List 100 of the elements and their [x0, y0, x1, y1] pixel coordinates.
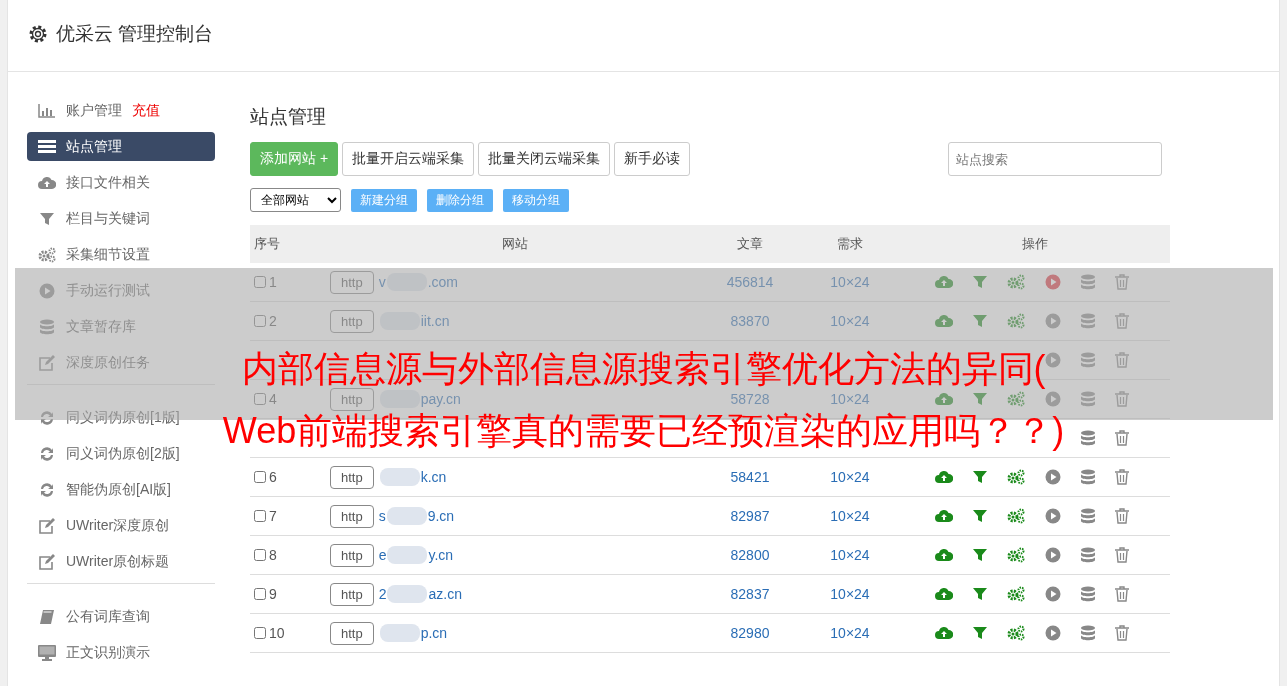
delete-icon[interactable]	[1115, 508, 1129, 524]
article-count: 83870	[729, 313, 771, 329]
site-url-end[interactable]: k.cn	[420, 469, 447, 485]
filter-icon[interactable]	[973, 470, 987, 484]
sidebar-item[interactable]: 账户管理 充值	[27, 96, 215, 125]
filter-icon[interactable]	[973, 314, 987, 328]
sidebar-item[interactable]: 正文识别演示	[27, 638, 215, 667]
filter-icon[interactable]	[973, 626, 987, 640]
item-label: 接口文件相关	[66, 173, 150, 192]
row-checkbox[interactable]	[254, 510, 266, 522]
gears-icon[interactable]	[1007, 391, 1025, 407]
sidebar-item[interactable]: 智能伪原创[AI版]	[27, 475, 215, 504]
cloud-upload-icon[interactable]	[935, 392, 953, 406]
site-url-end[interactable]: p.cn	[420, 625, 448, 641]
play-icon[interactable]	[1045, 586, 1061, 602]
sidebar-item[interactable]: 栏目与关键词	[27, 204, 215, 233]
row-checkbox[interactable]	[254, 315, 266, 327]
row-checkbox[interactable]	[254, 549, 266, 561]
database-icon[interactable]	[1081, 469, 1095, 485]
cloud-upload-icon[interactable]	[935, 470, 953, 484]
row-checkbox[interactable]	[254, 276, 266, 288]
item-label: UWriter深度原创	[66, 516, 170, 535]
toolbar-button[interactable]: 批量开启云端采集	[342, 142, 475, 176]
row-checkbox[interactable]	[254, 471, 266, 483]
sidebar-item[interactable]: UWriter原创标题	[27, 547, 215, 576]
protocol-tag: http	[330, 465, 374, 489]
play-icon[interactable]	[1045, 508, 1061, 524]
delete-icon[interactable]	[1115, 469, 1129, 485]
sidebar-item[interactable]: 采集细节设置	[27, 240, 215, 269]
play-icon[interactable]	[1045, 274, 1061, 290]
gears-icon[interactable]	[1007, 469, 1025, 485]
gears-icon[interactable]	[1007, 508, 1025, 524]
article-count: 82837	[729, 586, 771, 602]
site-url-end[interactable]: az.cn	[428, 586, 462, 602]
redaction-blur	[387, 546, 428, 564]
site-url-end[interactable]: 9.cn	[427, 508, 455, 524]
protocol-tag: http	[330, 504, 374, 528]
item-label: 栏目与关键词	[66, 209, 150, 228]
row-checkbox[interactable]	[254, 588, 266, 600]
cloud-upload-icon[interactable]	[935, 587, 953, 601]
book-icon	[38, 608, 56, 625]
filter-icon[interactable]	[973, 275, 987, 289]
site-url-start[interactable]: 2	[378, 586, 387, 602]
delete-icon[interactable]	[1115, 586, 1129, 602]
cloud-upload-icon[interactable]	[935, 509, 953, 523]
database-icon[interactable]	[1081, 430, 1095, 446]
cloud-upload-icon[interactable]	[935, 626, 953, 640]
gears-icon[interactable]	[1007, 274, 1025, 290]
edit-icon	[38, 553, 56, 570]
protocol-tag: http	[330, 270, 374, 294]
filter-icon[interactable]	[973, 548, 987, 562]
recharge-link[interactable]: 充值	[132, 101, 160, 120]
filter-icon[interactable]	[973, 509, 987, 523]
column-header: 需求	[836, 235, 864, 253]
sidebar-item[interactable]: 接口文件相关	[27, 168, 215, 197]
database-icon[interactable]	[1081, 547, 1095, 563]
cloud-upload-icon[interactable]	[935, 314, 953, 328]
monitor-icon	[38, 644, 56, 661]
site-url-start[interactable]: e	[378, 547, 387, 563]
gears-icon[interactable]	[1007, 586, 1025, 602]
refresh-icon	[38, 409, 56, 426]
filter-icon[interactable]	[973, 587, 987, 601]
delete-icon[interactable]	[1115, 625, 1129, 641]
row-number: 10	[269, 625, 285, 641]
delete-icon[interactable]	[1115, 430, 1129, 446]
site-url-start[interactable]: s	[378, 508, 386, 524]
redaction-blur	[386, 507, 427, 525]
sidebar-item[interactable]: UWriter深度原创	[27, 511, 215, 540]
group-dropdown[interactable]: 全部网站	[250, 188, 341, 212]
article-count: 82987	[729, 508, 771, 524]
cloud-upload-icon[interactable]	[935, 548, 953, 562]
row-number: 6	[269, 469, 277, 485]
protocol-tag: http	[330, 387, 374, 411]
sidebar-item[interactable]: 站点管理	[27, 132, 215, 161]
delete-icon[interactable]	[1115, 547, 1129, 563]
gears-icon[interactable]	[1007, 547, 1025, 563]
filter-icon[interactable]	[973, 392, 987, 406]
sidebar-item[interactable]: 同义词伪原创[2版]	[27, 439, 215, 468]
database-icon[interactable]	[1081, 625, 1095, 641]
sidebar-item[interactable]: 公有词库查询	[27, 602, 215, 631]
gears-icon[interactable]	[1007, 625, 1025, 641]
toolbar-button[interactable]: 批量关闭云端采集	[478, 142, 611, 176]
search-field[interactable]: 站点搜索	[948, 142, 1162, 176]
edit-icon	[38, 354, 56, 371]
play-icon[interactable]	[1045, 625, 1061, 641]
row-checkbox[interactable]	[254, 627, 266, 639]
item-label: 同义词伪原创[1版]	[66, 408, 180, 427]
cloud-upload-icon[interactable]	[935, 275, 953, 289]
column-header: 文章	[736, 235, 764, 253]
item-label: UWriter原创标题	[66, 552, 170, 571]
gears-icon[interactable]	[1007, 313, 1025, 329]
row-number: 7	[269, 508, 277, 524]
site-url-end[interactable]: y.cn	[428, 547, 454, 563]
redaction-blur	[387, 585, 428, 603]
database-icon[interactable]	[1081, 508, 1095, 524]
play-icon[interactable]	[1045, 547, 1061, 563]
play-icon[interactable]	[1045, 469, 1061, 485]
toolbar-button[interactable]: 新手必读	[614, 142, 691, 176]
row-checkbox[interactable]	[254, 393, 266, 405]
database-icon[interactable]	[1081, 586, 1095, 602]
